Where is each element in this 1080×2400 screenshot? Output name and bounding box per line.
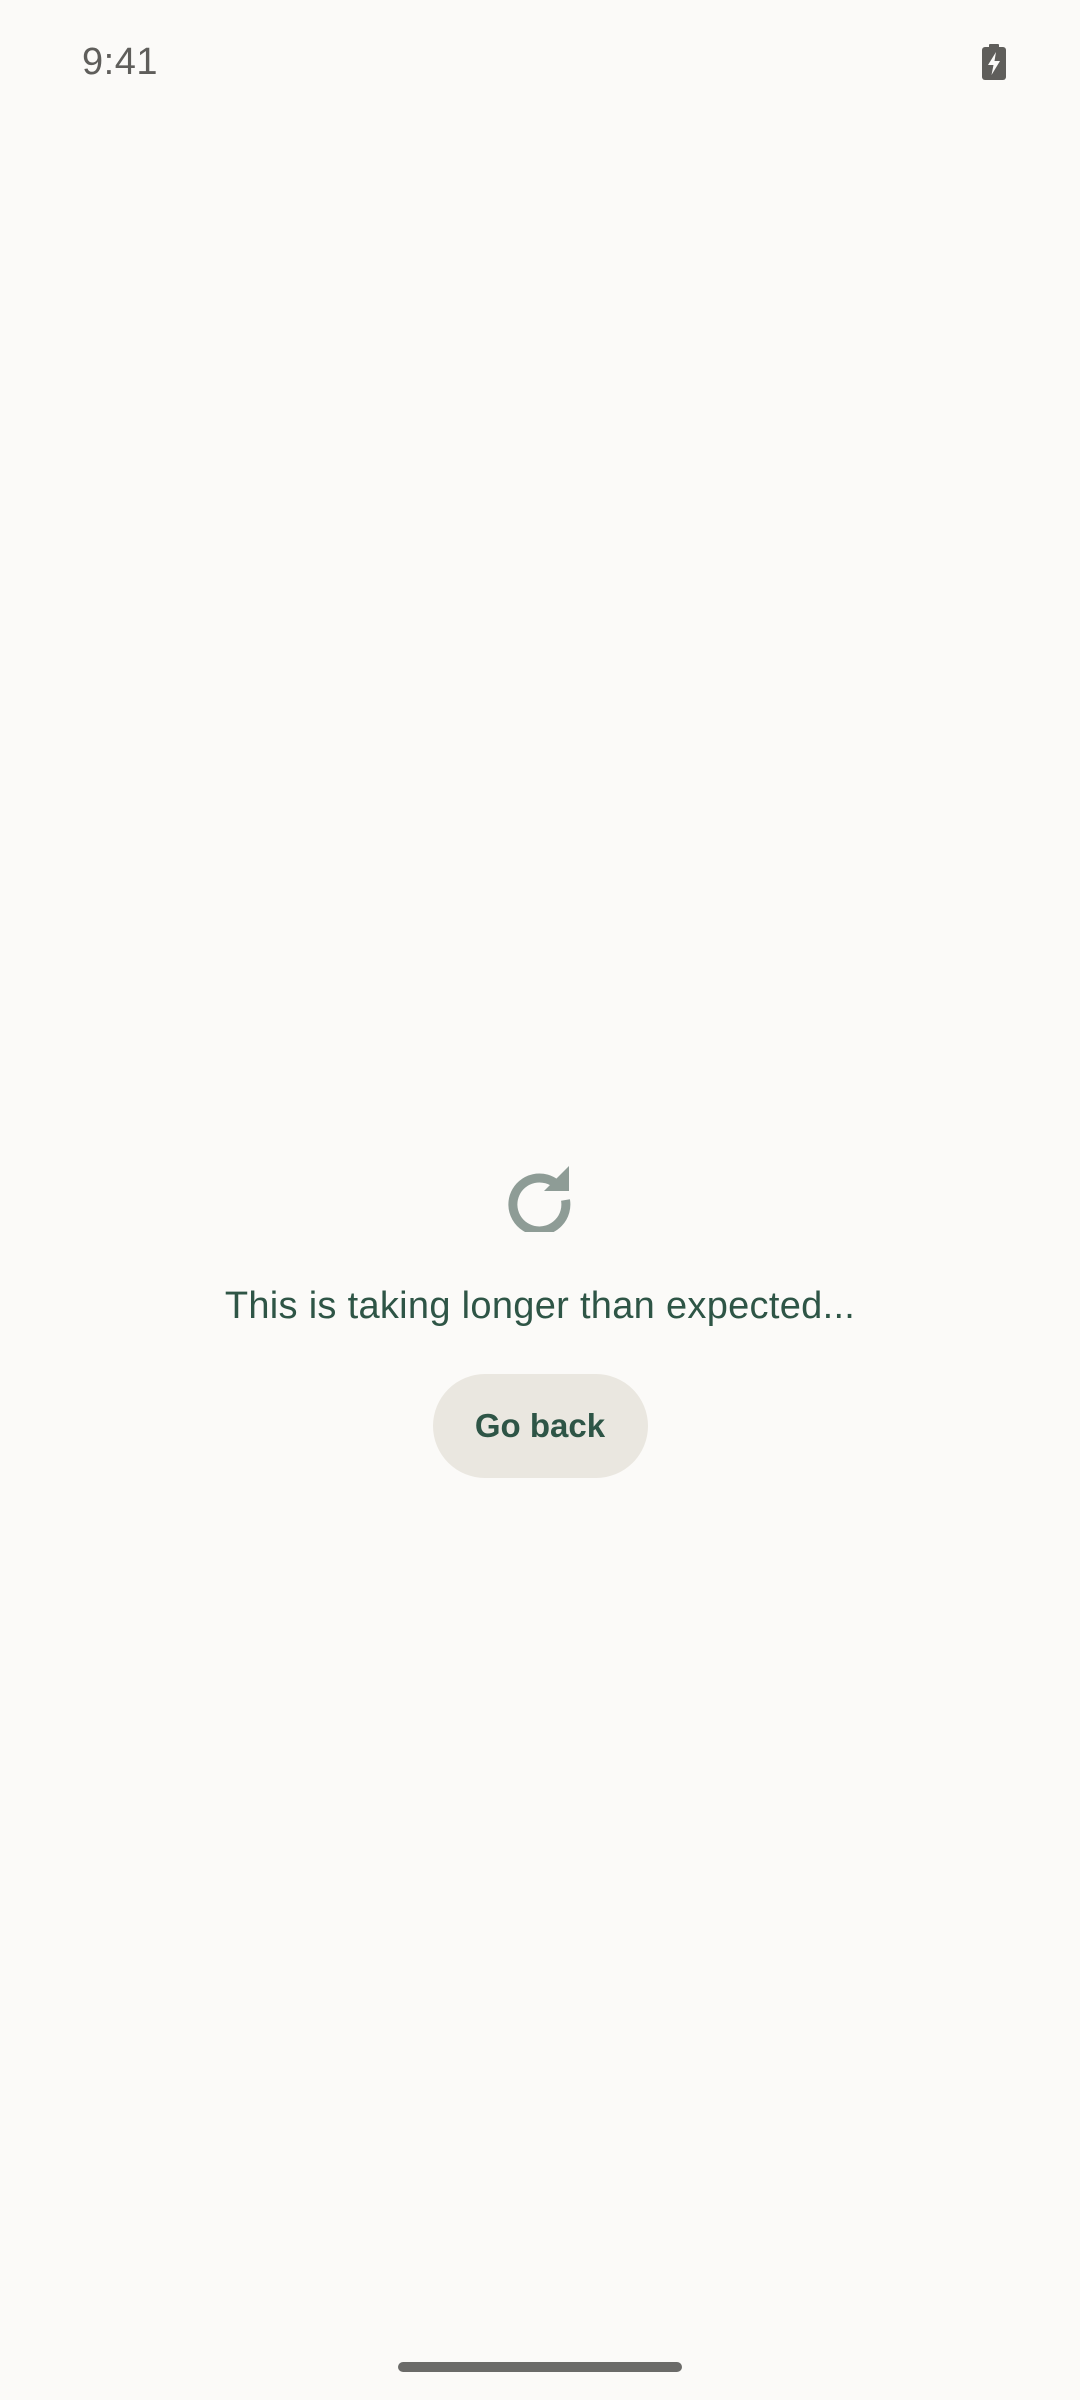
timeout-message-panel: This is taking longer than expected... G… [0,1160,1080,1478]
refresh-icon [504,1160,576,1232]
status-time: 9:41 [82,41,158,83]
battery-charging-icon [982,44,1006,80]
go-back-button[interactable]: Go back [432,1374,648,1478]
app-screen: 9:41 This is taking longer than expected… [0,0,1080,2400]
loading-timeout-message: This is taking longer than expected... [224,1285,856,1327]
home-gesture-handle[interactable] [398,2362,682,2372]
status-bar: 9:41 [0,0,1080,126]
